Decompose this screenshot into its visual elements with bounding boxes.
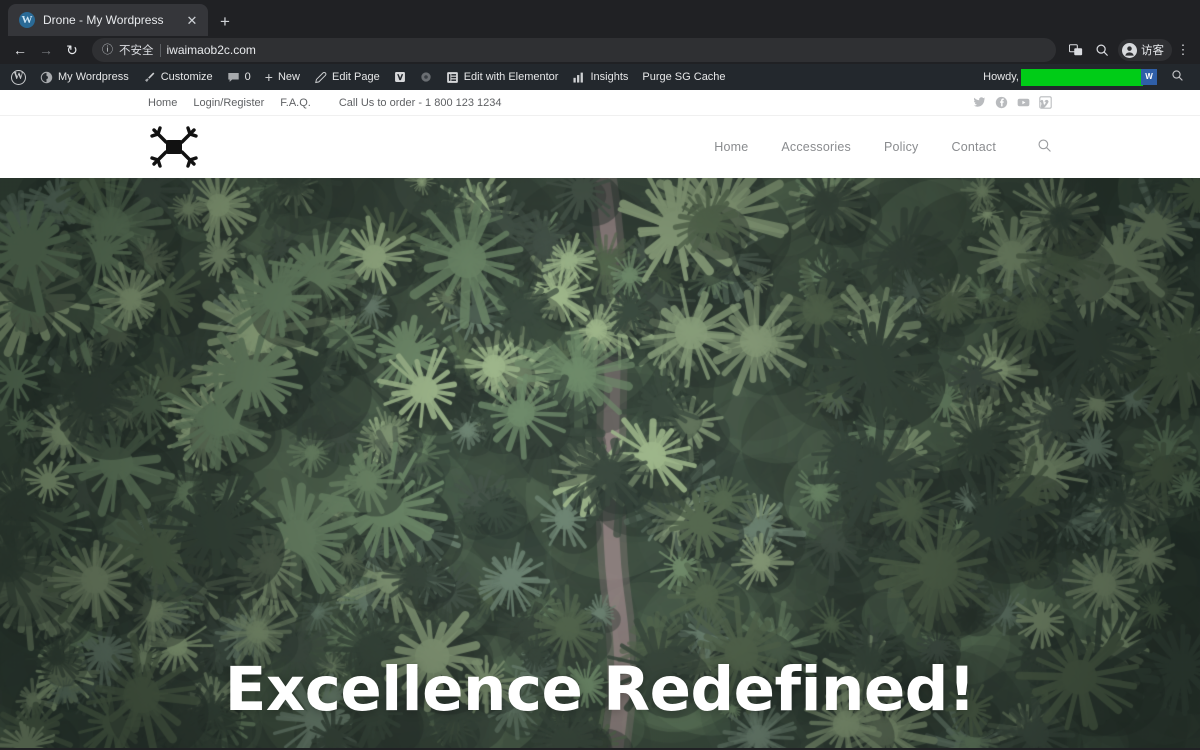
site-header: Home Accessories Policy Contact <box>0 115 1200 178</box>
avatar <box>1122 43 1137 58</box>
admin-item-label: My Wordpress <box>58 71 129 83</box>
tab-title: Drone - My Wordpress <box>43 13 176 27</box>
youtube-icon[interactable] <box>1017 96 1030 109</box>
divider <box>160 44 161 57</box>
search-icon[interactable] <box>1090 38 1114 62</box>
redacted-username <box>1021 69 1143 86</box>
browser-menu-icon[interactable]: ⋮ <box>1174 42 1192 58</box>
reload-icon[interactable]: ↻ <box>60 38 84 62</box>
admin-item-label: Edit Page <box>332 71 380 83</box>
hero-section: Excellence Redefined! <box>0 178 1200 748</box>
vimeo-icon[interactable] <box>1039 96 1052 109</box>
wordpress-logo-icon: W <box>11 70 26 85</box>
admin-bar-right: Howdy, W <box>983 69 1192 86</box>
admin-item-purge-sg-cache[interactable]: Purge SG Cache <box>635 64 732 90</box>
admin-item-comments[interactable]: 0 <box>220 64 258 90</box>
admin-item-elementor[interactable]: Edit with Elementor <box>439 64 566 90</box>
elementor-icon <box>446 71 459 84</box>
search-icon[interactable] <box>1037 138 1052 156</box>
back-icon[interactable]: ← <box>8 38 32 62</box>
search-icon[interactable] <box>1157 69 1192 85</box>
admin-item-label: Purge SG Cache <box>642 71 725 83</box>
browser-chrome: W Drone - My Wordpress ✕ + ← → ↻ ⓘ 不安全 i… <box>0 0 1200 64</box>
circle-icon <box>420 71 432 83</box>
nav-item-home[interactable]: Home <box>714 140 748 154</box>
facebook-icon[interactable] <box>995 96 1008 109</box>
howdy-label: Howdy, <box>983 71 1021 83</box>
site-top-bar: Home Login/Register F.A.Q. Call Us to or… <box>0 90 1200 115</box>
admin-item-label: Insights <box>590 71 628 83</box>
admin-item-customize[interactable]: Customize <box>136 64 220 90</box>
admin-item-label: Edit with Elementor <box>464 71 559 83</box>
admin-item-edit-page[interactable]: Edit Page <box>307 64 387 90</box>
tab-strip: W Drone - My Wordpress ✕ + <box>0 0 1200 36</box>
profile-button[interactable]: 访客 <box>1118 39 1172 61</box>
social-links <box>973 96 1052 109</box>
browser-toolbar: ← → ↻ ⓘ 不安全 iwaimaob2c.com <box>0 36 1200 64</box>
wp-logo-menu[interactable]: W <box>4 64 33 90</box>
twitter-icon[interactable] <box>973 96 986 109</box>
new-tab-button[interactable]: + <box>220 13 230 30</box>
top-navigation: Home Login/Register F.A.Q. <box>148 97 311 109</box>
main-navigation: Home Accessories Policy Contact <box>714 138 1052 156</box>
yoast-icon <box>394 71 406 83</box>
url-text: iwaimaob2c.com <box>167 43 256 57</box>
top-nav-login-register[interactable]: Login/Register <box>193 97 264 109</box>
admin-item-my-wordpress[interactable]: My Wordpress <box>33 64 136 90</box>
translate-icon[interactable] <box>1064 38 1088 62</box>
admin-item-circle[interactable] <box>413 64 439 90</box>
top-nav-faq[interactable]: F.A.Q. <box>280 97 311 109</box>
nav-item-policy[interactable]: Policy <box>884 140 919 154</box>
drone-logo-icon[interactable] <box>148 125 200 169</box>
bar-chart-icon <box>572 71 585 84</box>
brush-icon <box>143 71 156 84</box>
avatar: W <box>1141 69 1157 85</box>
close-icon[interactable]: ✕ <box>184 14 200 27</box>
dashboard-icon <box>40 71 53 84</box>
security-status: 不安全 <box>119 42 154 58</box>
comment-icon <box>227 71 240 84</box>
top-nav-home[interactable]: Home <box>148 97 177 109</box>
hero-headline: Excellence Redefined! <box>0 659 1200 720</box>
comment-count: 0 <box>245 71 251 83</box>
nav-item-accessories[interactable]: Accessories <box>781 140 851 154</box>
plus-icon: + <box>265 69 273 85</box>
address-bar[interactable]: ⓘ 不安全 iwaimaob2c.com <box>92 38 1056 62</box>
info-icon[interactable]: ⓘ <box>102 45 113 56</box>
browser-tab[interactable]: W Drone - My Wordpress ✕ <box>8 4 208 36</box>
admin-item-yoast[interactable] <box>387 64 413 90</box>
wp-admin-bar: W My Wordpress Customize 0 + New Edit Pa… <box>0 64 1200 90</box>
admin-item-label: Customize <box>161 71 213 83</box>
profile-label: 访客 <box>1141 42 1164 58</box>
admin-item-new[interactable]: + New <box>258 64 307 90</box>
phone-text: Call Us to order - 1 800 123 1234 <box>339 97 502 109</box>
nav-item-contact[interactable]: Contact <box>952 140 996 154</box>
pencil-icon <box>314 71 327 84</box>
admin-item-insights[interactable]: Insights <box>565 64 635 90</box>
wordpress-favicon-icon: W <box>19 12 35 28</box>
forward-icon[interactable]: → <box>34 38 58 62</box>
admin-item-label: New <box>278 71 300 83</box>
